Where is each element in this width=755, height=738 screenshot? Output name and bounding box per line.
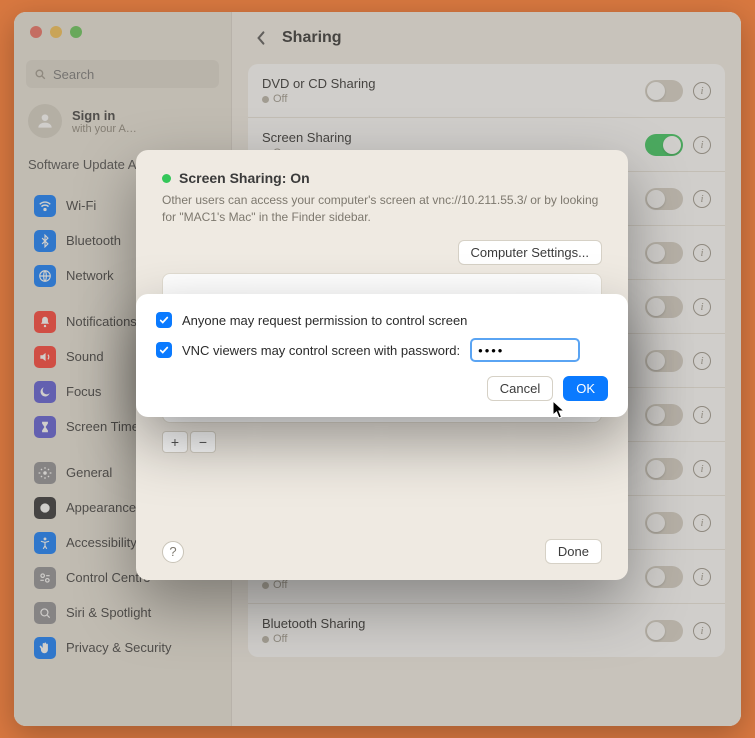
sheet-description: Other users can access your computer's s… [162, 192, 602, 226]
done-button[interactable]: Done [545, 539, 602, 564]
computer-settings-dialog: Anyone may request permission to control… [136, 294, 628, 417]
vnc-password-input[interactable] [470, 338, 580, 362]
option-vnc-label: VNC viewers may control screen with pass… [182, 343, 460, 358]
checkbox-checked-icon[interactable] [156, 312, 172, 328]
checkbox-checked-icon[interactable] [156, 342, 172, 358]
ok-button[interactable]: OK [563, 376, 608, 401]
option-vnc-password[interactable]: VNC viewers may control screen with pass… [156, 338, 608, 362]
option-anyone-label: Anyone may request permission to control… [182, 313, 467, 328]
sheet-status-label: Screen Sharing: On [179, 170, 310, 186]
remove-user-button[interactable]: − [190, 431, 216, 453]
help-button[interactable]: ? [162, 541, 184, 563]
computer-settings-button[interactable]: Computer Settings... [458, 240, 603, 265]
sheet-status: Screen Sharing: On [162, 170, 602, 186]
list-add-remove: + − [162, 431, 602, 453]
mouse-cursor-icon [552, 400, 566, 420]
cancel-button[interactable]: Cancel [487, 376, 553, 401]
add-user-button[interactable]: + [162, 431, 188, 453]
option-anyone-request[interactable]: Anyone may request permission to control… [156, 312, 608, 328]
status-dot-on-icon [162, 174, 171, 183]
